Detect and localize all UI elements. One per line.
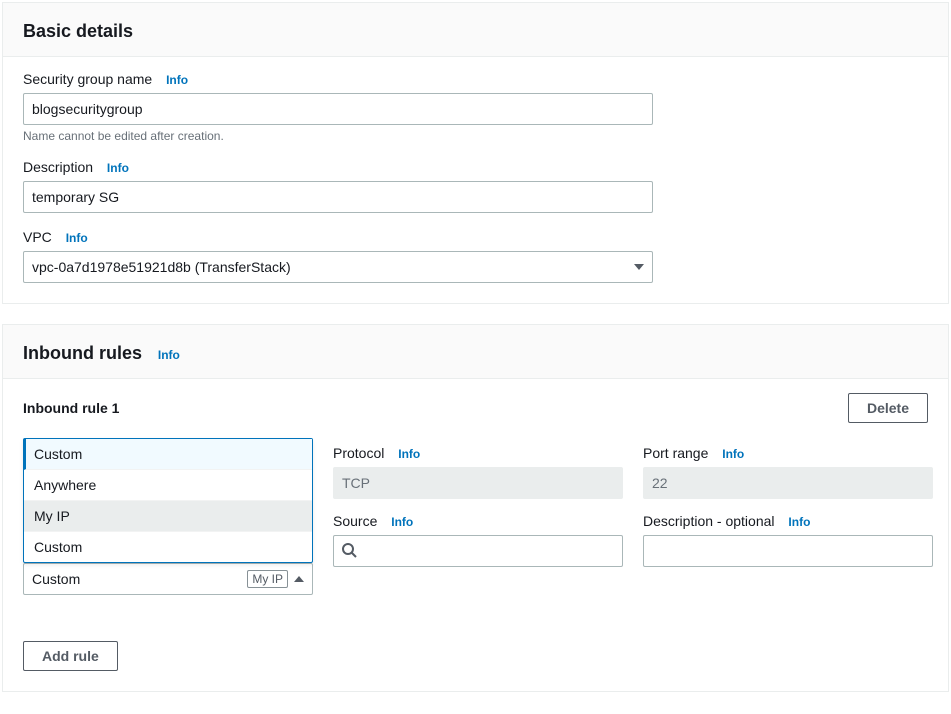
rule-col-port-desc: Port range Info 22 Description - optiona… <box>643 445 933 595</box>
description-label: Description Info <box>23 159 928 175</box>
source-search-input[interactable] <box>333 535 623 567</box>
type-option[interactable]: My IP <box>24 501 312 532</box>
source-type-select[interactable]: Custom My IP <box>23 563 313 595</box>
source-type-badge: My IP <box>247 570 288 588</box>
search-icon <box>341 542 357 561</box>
inbound-rule-1-head: Inbound rule 1 Delete <box>23 393 928 423</box>
add-rule-row: Add rule <box>23 641 928 671</box>
rule-description-label: Description - optional Info <box>643 513 933 529</box>
basic-details-body: Security group name Info Name cannot be … <box>3 57 948 303</box>
source-info-link[interactable]: Info <box>391 515 413 529</box>
type-option[interactable]: Anywhere <box>24 470 312 501</box>
protocol-value: TCP <box>333 467 623 499</box>
rule-description-info-link[interactable]: Info <box>788 515 810 529</box>
security-group-name-info-link[interactable]: Info <box>166 73 188 87</box>
security-group-name-row: Security group name Info Name cannot be … <box>23 71 928 143</box>
description-input[interactable] <box>23 181 653 213</box>
vpc-select[interactable]: vpc-0a7d1978e51921d8b (TransferStack) <box>23 251 653 283</box>
add-rule-button[interactable]: Add rule <box>23 641 118 671</box>
source-label: Source Info <box>333 513 623 529</box>
inbound-rule-1-grid: CustomAnywhereMy IPCustom Custom My IP P… <box>23 445 928 595</box>
type-option[interactable]: Custom <box>24 439 312 470</box>
caret-up-icon <box>294 576 304 582</box>
rule-col-protocol-source: Protocol Info TCP Source Info <box>333 445 623 595</box>
rule-col-type-source: CustomAnywhereMy IPCustom Custom My IP <box>23 445 313 595</box>
inbound-rule-1-title: Inbound rule 1 <box>23 400 119 416</box>
rule-description-input[interactable] <box>643 535 933 567</box>
source-type-select-value: Custom <box>32 571 80 587</box>
security-group-name-helper: Name cannot be edited after creation. <box>23 129 928 143</box>
delete-rule-button[interactable]: Delete <box>848 393 928 423</box>
description-info-link[interactable]: Info <box>107 161 129 175</box>
inbound-rules-body: Inbound rule 1 Delete CustomAnywhereMy I… <box>3 379 948 691</box>
port-range-label: Port range Info <box>643 445 933 461</box>
type-dropdown: CustomAnywhereMy IPCustom Custom My IP <box>23 445 313 595</box>
inbound-rules-info-link[interactable]: Info <box>158 348 180 362</box>
port-range-info-link[interactable]: Info <box>722 447 744 461</box>
basic-details-header: Basic details <box>3 3 948 57</box>
source-search-wrap <box>333 535 623 567</box>
basic-details-heading: Basic details <box>23 21 133 42</box>
security-group-name-label: Security group name Info <box>23 71 928 87</box>
security-group-name-input[interactable] <box>23 93 653 125</box>
description-row: Description Info <box>23 159 928 213</box>
vpc-label: VPC Info <box>23 229 928 245</box>
protocol-label: Protocol Info <box>333 445 623 461</box>
type-option[interactable]: Custom <box>24 532 312 562</box>
caret-down-icon <box>634 264 644 270</box>
vpc-select-value: vpc-0a7d1978e51921d8b (TransferStack) <box>32 259 291 275</box>
basic-details-panel: Basic details Security group name Info N… <box>2 2 949 304</box>
vpc-row: VPC Info vpc-0a7d1978e51921d8b (Transfer… <box>23 229 928 283</box>
type-dropdown-list: CustomAnywhereMy IPCustom <box>23 438 313 563</box>
inbound-rules-heading: Inbound rules <box>23 343 142 364</box>
inbound-rules-header: Inbound rules Info <box>3 325 948 379</box>
port-range-value: 22 <box>643 467 933 499</box>
vpc-info-link[interactable]: Info <box>66 231 88 245</box>
inbound-rules-panel: Inbound rules Info Inbound rule 1 Delete… <box>2 324 949 692</box>
protocol-info-link[interactable]: Info <box>398 447 420 461</box>
